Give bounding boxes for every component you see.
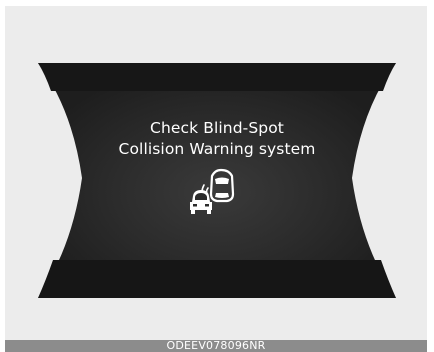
caption-bar: ODEEV078096NR	[5, 339, 427, 352]
blind-spot-collision-warning-icon	[190, 168, 235, 214]
message-line-2: Collision Warning system	[118, 140, 316, 158]
message-line-1: Check Blind-Spot	[150, 119, 284, 137]
image-code-caption: ODEEV078096NR	[166, 339, 266, 352]
warning-message: Check Blind-Spot Collision Warning syste…	[0, 118, 434, 160]
